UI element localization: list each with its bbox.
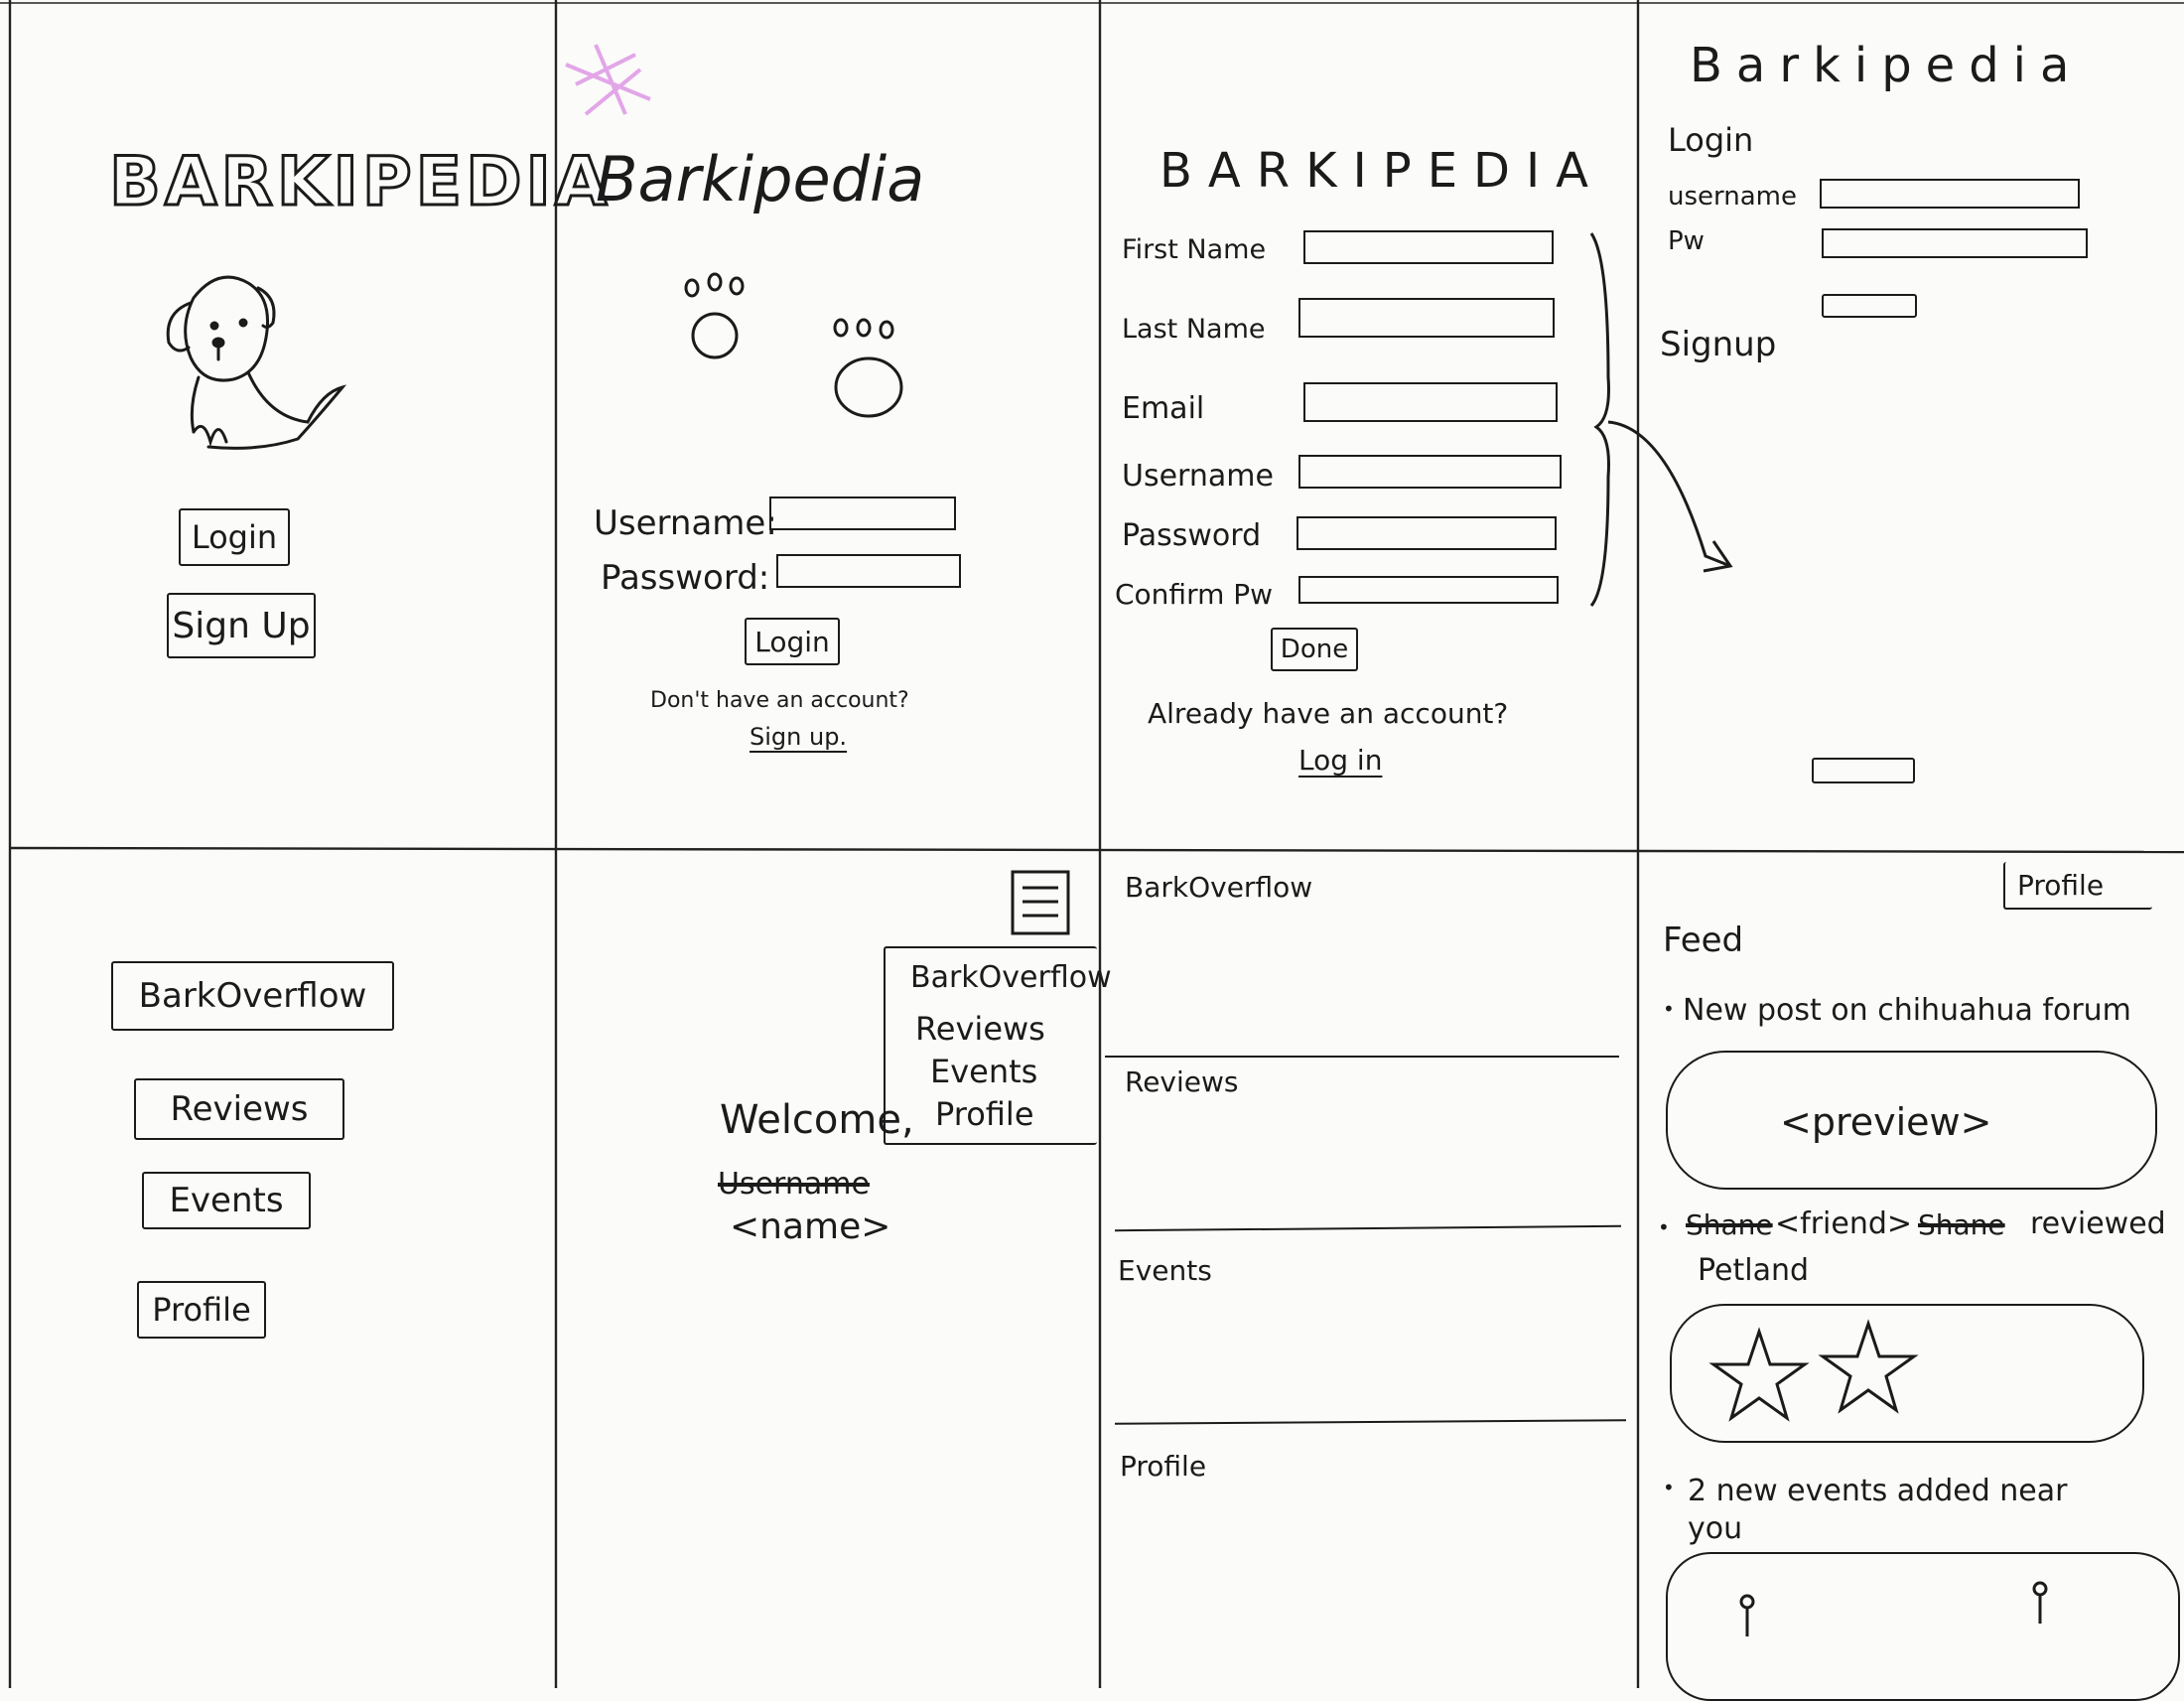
feed-bullet: • [1663, 997, 1675, 1021]
password-input[interactable] [776, 554, 961, 588]
username-label: Username: [594, 503, 777, 543]
menu-item-events[interactable]: Events [930, 1056, 1037, 1087]
username-label: Username [1122, 459, 1274, 494]
screen-home-menu: BarkOverflow Reviews Events Profile [10, 852, 556, 1688]
username-input[interactable] [1820, 179, 2080, 209]
map-pin-icon [1739, 1594, 1755, 1636]
done-button[interactable]: Done [1271, 628, 1358, 671]
section-divider [1115, 1224, 1621, 1232]
last-name-label: Last Name [1122, 314, 1266, 345]
confirm-pw-input[interactable] [1298, 576, 1559, 604]
menu-item-reviews[interactable]: Reviews [915, 1013, 1045, 1045]
signup-button[interactable] [1812, 758, 1915, 783]
menu-item-barkoverflow[interactable]: BarkOverflow [910, 963, 1112, 993]
signup-link[interactable]: Sign up. [750, 725, 847, 749]
struck-name: Shane [1686, 1208, 1773, 1241]
profile-button[interactable]: Profile [2003, 862, 2152, 910]
login-button[interactable]: Login [179, 508, 290, 566]
username-input[interactable] [1298, 455, 1562, 489]
brand-title: Barkipedia [1690, 38, 2084, 93]
star-icon [1708, 1327, 1810, 1422]
confirm-pw-label: Confirm Pw [1115, 578, 1274, 611]
login-heading: Login [1668, 121, 1754, 159]
screen-feed: Profile Feed • New post on chihuahua for… [1638, 852, 2184, 1701]
feed-heading: Feed [1663, 921, 1744, 960]
nav-barkoverflow[interactable]: BarkOverflow [111, 961, 394, 1031]
password-label: Password: [601, 558, 770, 598]
feed-item-forum-post[interactable]: New post on chihuahua forum [1683, 996, 2131, 1026]
screen-splash: BARKIPEDIA Login Sign Up [10, 0, 609, 848]
section-events[interactable]: Events [1118, 1257, 1212, 1285]
screen-sections: BarkOverflow Reviews Events Profile [1100, 852, 1638, 1688]
paw-print-icon [684, 272, 745, 359]
nav-events[interactable]: Events [142, 1172, 311, 1229]
paw-print-icon [833, 318, 903, 418]
first-name-input[interactable] [1303, 230, 1554, 264]
star-icon [1818, 1319, 1919, 1414]
brand-title: Barkipedia [596, 143, 925, 215]
password-input[interactable] [1297, 516, 1557, 550]
username-struck: Username [718, 1167, 870, 1202]
signup-button[interactable]: Sign Up [167, 593, 316, 658]
login-link[interactable]: Log in [1298, 747, 1382, 775]
nav-profile[interactable]: Profile [137, 1281, 266, 1339]
section-divider [1114, 1419, 1627, 1425]
email-label: Email [1122, 391, 1205, 426]
login-button[interactable]: Login [745, 618, 840, 665]
email-input[interactable] [1303, 382, 1558, 422]
pw-input[interactable] [1822, 228, 2088, 258]
username-input[interactable] [769, 496, 956, 530]
welcome-text: Welcome, [720, 1097, 914, 1143]
no-account-text: Don't have an account? [650, 688, 909, 713]
section-reviews[interactable]: Reviews [1125, 1068, 1239, 1096]
signup-label: Signup [1660, 325, 1777, 364]
review-verb: reviewed [2030, 1206, 2166, 1241]
screen-welcome-with-menu: BarkOverflow Reviews Events Profile Welc… [556, 852, 1112, 1688]
storyboard-sheet: BARKIPEDIA Login Sign Up Barkipedia User… [0, 0, 2184, 1701]
menu-item-profile[interactable]: Profile [935, 1098, 1034, 1130]
feed-bullet: • [1658, 1215, 1670, 1239]
map-pin-icon [2032, 1581, 2048, 1624]
feed-item-events[interactable]: 2 new events added near you [1688, 1473, 2124, 1547]
brand-title: BARKIPEDIA [1160, 143, 1604, 199]
pw-label: Pw [1668, 226, 1705, 256]
login-submit-button[interactable] [1822, 294, 1917, 318]
review-place[interactable]: Petland [1698, 1256, 1809, 1286]
screen-signup: BARKIPEDIA First Name Last Name Email Us… [1100, 0, 1733, 848]
dog-illustration-icon [166, 275, 347, 450]
feed-bullet: • [1663, 1476, 1675, 1499]
menu-icon[interactable] [1011, 870, 1072, 937]
first-name-label: First Name [1122, 234, 1267, 265]
post-preview-text: <preview> [1780, 1100, 1992, 1144]
username-label: username [1668, 182, 1797, 212]
screen-login: Barkipedia Username: Password: Login Don… [556, 0, 1100, 848]
nav-reviews[interactable]: Reviews [134, 1078, 344, 1140]
have-account-text: Already have an account? [1148, 697, 1509, 730]
screen-login-wireframe: Barkipedia Login username Pw Signup [1638, 0, 2184, 848]
struck-name: Shane [1918, 1208, 2005, 1241]
last-name-input[interactable] [1298, 298, 1555, 338]
section-divider [1105, 1056, 1619, 1058]
user-name: <name> [730, 1206, 891, 1247]
star-scribble-icon [565, 44, 651, 116]
password-label: Password [1122, 518, 1262, 553]
section-barkoverflow[interactable]: BarkOverflow [1125, 874, 1312, 902]
section-profile[interactable]: Profile [1120, 1453, 1206, 1481]
brand-title: BARKIPEDIA [107, 143, 612, 221]
friend-name[interactable]: <friend> [1775, 1209, 1912, 1239]
